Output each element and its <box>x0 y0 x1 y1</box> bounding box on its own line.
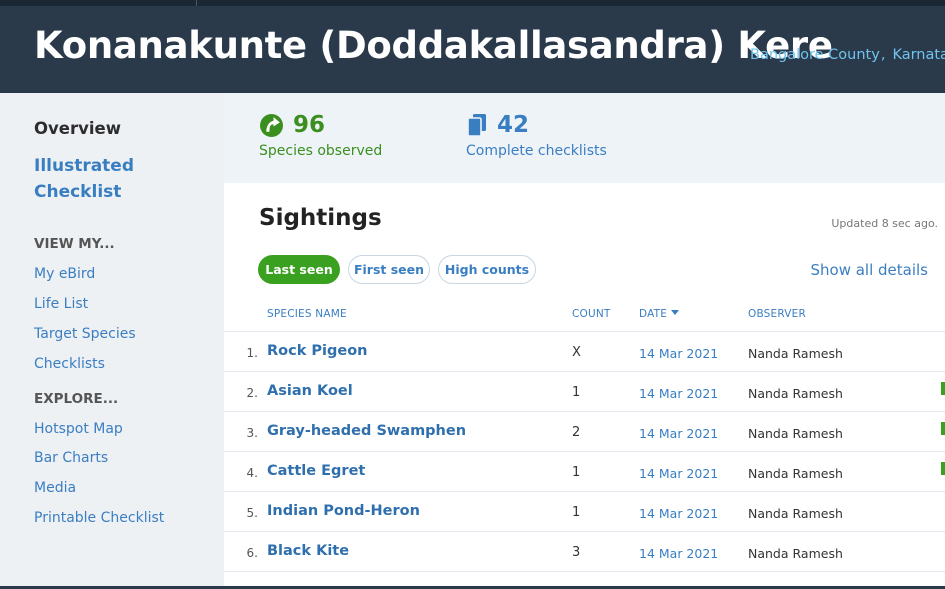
column-header-date[interactable]: DATE <box>639 308 680 320</box>
sort-desc-icon <box>671 310 680 315</box>
row-date-link[interactable]: 14 Mar 2021 <box>639 346 718 361</box>
row-count: 1 <box>572 465 581 480</box>
row-date-link[interactable]: 14 Mar 2021 <box>639 466 718 481</box>
sidebar-item-overview[interactable]: Overview <box>34 119 121 138</box>
sidebar-heading-view: VIEW MY... <box>34 236 115 252</box>
row-observer: Nanda Ramesh <box>748 466 843 481</box>
species-link[interactable]: Indian Pond-Heron <box>267 503 420 519</box>
sidebar-item-checklists[interactable]: Checklists <box>34 356 105 372</box>
page-title: Konanakunte (Doddakallasandra) Kere <box>34 24 833 67</box>
table-row: 2. Asian Koel 1 14 Mar 2021 Nanda Ramesh <box>224 371 945 411</box>
row-count: 1 <box>572 385 581 400</box>
checklists-icon <box>467 114 486 137</box>
column-header-observer[interactable]: OBSERVER <box>748 308 806 320</box>
sightings-table: 1. Rock Pigeon X 14 Mar 2021 Nanda Rames… <box>224 331 945 589</box>
sidebar-item-media[interactable]: Media <box>34 480 76 496</box>
row-index: 5. <box>246 506 258 520</box>
species-icon <box>260 113 283 137</box>
stats-bar: 96 Species observed 42 Complete checklis… <box>224 93 945 183</box>
species-observed-stat[interactable]: 96 Species observed <box>259 112 382 159</box>
species-count: 96 <box>293 112 326 138</box>
column-header-count[interactable]: COUNT <box>572 308 611 320</box>
row-date-link[interactable]: 14 Mar 2021 <box>639 386 718 401</box>
sidebar-item-illustrated-checklist[interactable]: Illustrated Checklist <box>34 153 154 205</box>
table-row: 4. Cattle Egret 1 14 Mar 2021 Nanda Rame… <box>224 451 945 491</box>
region-breadcrumb: Bangalore County, Karnataka <box>750 47 945 63</box>
row-observer: Nanda Ramesh <box>748 346 843 361</box>
sidebar-item-printable-checklist[interactable]: Printable Checklist <box>34 510 164 526</box>
sidebar-item-bar-charts[interactable]: Bar Charts <box>34 450 108 466</box>
species-link[interactable]: Rock Pigeon <box>267 343 368 359</box>
row-index: 2. <box>246 386 258 400</box>
sidebar-heading-explore: EXPLORE... <box>34 391 119 407</box>
details-marker-icon <box>941 462 945 475</box>
checklists-count: 42 <box>497 112 530 138</box>
row-count: X <box>572 345 581 360</box>
row-observer: Nanda Ramesh <box>748 426 843 441</box>
row-count: 1 <box>572 505 581 520</box>
checklists-label: Complete checklists <box>466 143 607 159</box>
table-row: 3. Gray-headed Swamphen 2 14 Mar 2021 Na… <box>224 411 945 451</box>
row-index: 3. <box>246 426 258 440</box>
table-row: 5. Indian Pond-Heron 1 14 Mar 2021 Nanda… <box>224 491 945 531</box>
sidebar-item-my-ebird[interactable]: My eBird <box>34 266 95 282</box>
row-date-link[interactable]: 14 Mar 2021 <box>639 546 718 561</box>
page-header: Konanakunte (Doddakallasandra) Kere Bang… <box>0 6 945 93</box>
county-link[interactable]: Bangalore County <box>750 47 880 63</box>
details-marker-icon <box>941 422 945 435</box>
region-separator: , <box>880 47 886 63</box>
sidebar-item-life-list[interactable]: Life List <box>34 296 88 312</box>
species-link[interactable]: Asian Koel <box>267 383 353 399</box>
row-count: 2 <box>572 425 581 440</box>
row-observer: Nanda Ramesh <box>748 386 843 401</box>
details-marker-icon <box>941 382 945 395</box>
table-row: 6. Black Kite 3 14 Mar 2021 Nanda Ramesh <box>224 531 945 571</box>
row-index: 4. <box>246 466 258 480</box>
sightings-panel: Sightings Updated 8 sec ago. Last seen F… <box>224 183 945 589</box>
complete-checklists-stat[interactable]: 42 Complete checklists <box>466 112 607 159</box>
column-header-date-label: DATE <box>639 308 668 320</box>
updated-timestamp: Updated 8 sec ago. <box>831 217 938 230</box>
species-label: Species observed <box>259 143 383 159</box>
column-header-species[interactable]: SPECIES NAME <box>267 308 347 320</box>
row-observer: Nanda Ramesh <box>748 506 843 521</box>
row-date-link[interactable]: 14 Mar 2021 <box>639 506 718 521</box>
tab-first-seen[interactable]: First seen <box>348 255 430 284</box>
table-row: 1. Rock Pigeon X 14 Mar 2021 Nanda Rames… <box>224 331 945 371</box>
row-index: 1. <box>246 346 258 360</box>
species-link[interactable]: Gray-headed Swamphen <box>267 423 466 439</box>
tab-high-counts[interactable]: High counts <box>438 255 536 284</box>
sidebar: Overview Illustrated Checklist VIEW MY..… <box>0 93 224 589</box>
state-link[interactable]: Karnataka <box>892 47 945 63</box>
show-all-details-link[interactable]: Show all details <box>810 261 928 279</box>
row-count: 3 <box>572 545 581 560</box>
sidebar-item-target-species[interactable]: Target Species <box>34 326 136 342</box>
row-observer: Nanda Ramesh <box>748 546 843 561</box>
row-date-link[interactable]: 14 Mar 2021 <box>639 426 718 441</box>
tab-last-seen[interactable]: Last seen <box>258 255 340 284</box>
sidebar-item-hotspot-map[interactable]: Hotspot Map <box>34 421 123 437</box>
row-index: 6. <box>246 546 258 560</box>
species-link[interactable]: Cattle Egret <box>267 463 365 479</box>
species-link[interactable]: Black Kite <box>267 543 349 559</box>
sightings-title: Sightings <box>259 205 382 231</box>
